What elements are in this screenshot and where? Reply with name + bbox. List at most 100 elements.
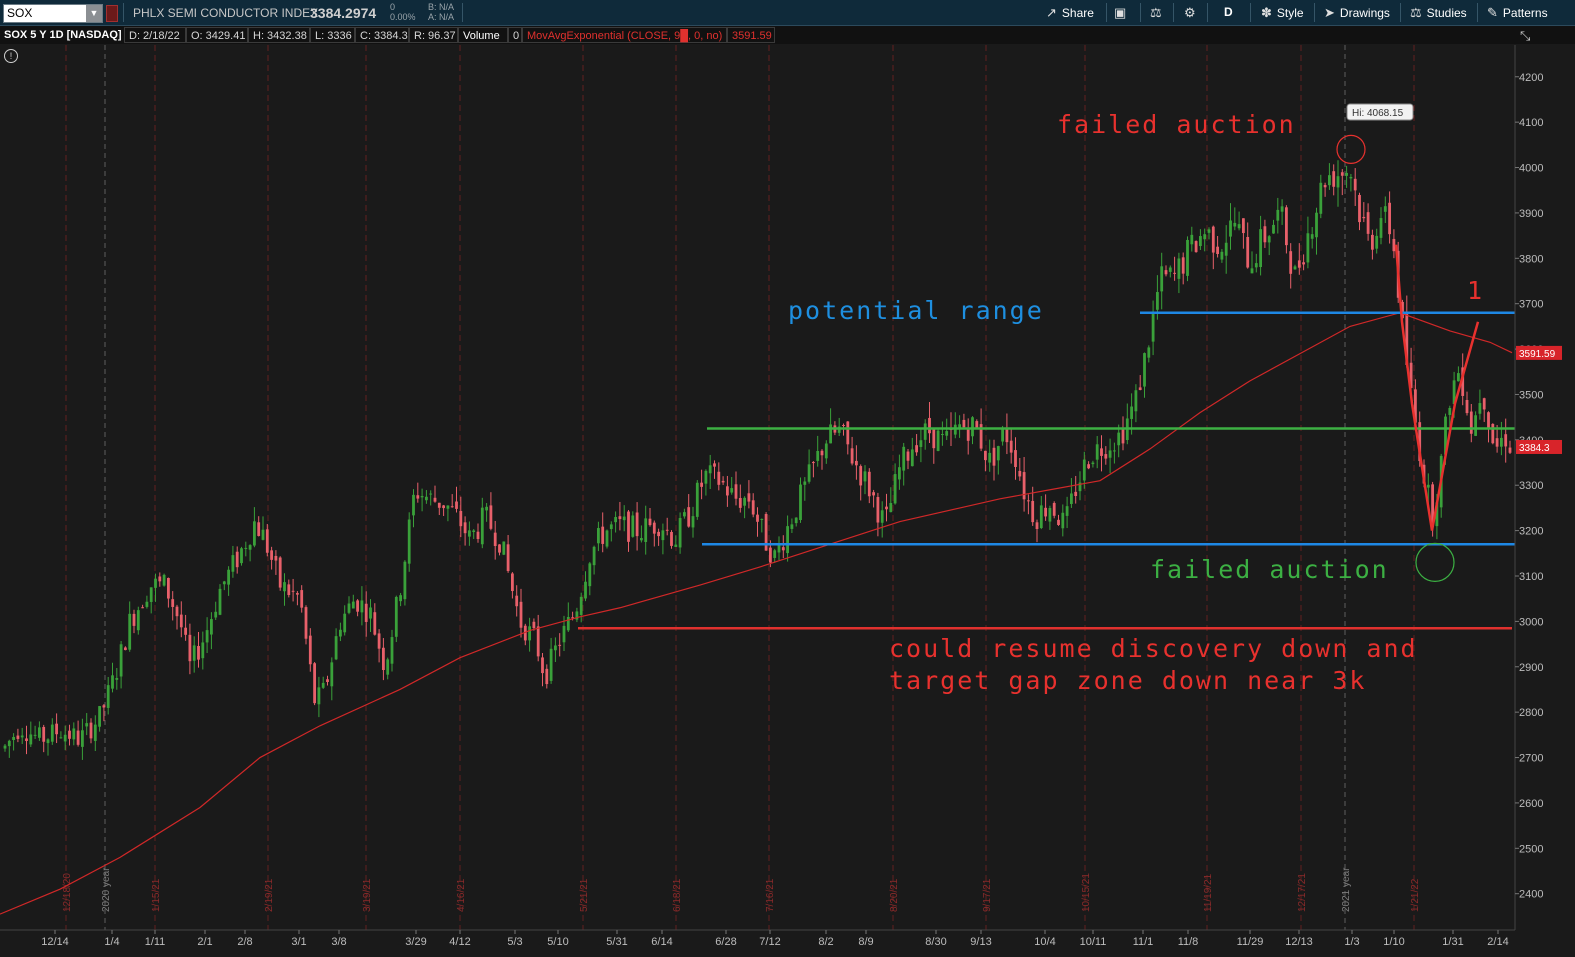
expand-icon[interactable]: ⤡ bbox=[1520, 28, 1530, 44]
candle-body bbox=[1082, 459, 1086, 481]
candle-body bbox=[885, 506, 888, 510]
period-marker-label: 4/16/21 bbox=[456, 878, 467, 912]
candle-body bbox=[670, 531, 673, 546]
candle-body bbox=[1095, 444, 1099, 460]
time-tick-label: 2/8 bbox=[237, 936, 252, 948]
candle-body bbox=[1263, 226, 1267, 243]
candle-body bbox=[253, 521, 256, 546]
time-tick-label: 11/8 bbox=[1178, 936, 1199, 948]
candle-body bbox=[661, 530, 665, 541]
candle-body bbox=[356, 600, 359, 612]
candle-body bbox=[876, 497, 880, 523]
candle-body bbox=[343, 613, 347, 633]
candle-body bbox=[244, 547, 248, 549]
candle-body bbox=[618, 516, 622, 520]
time-tick-label: 6/28 bbox=[715, 936, 736, 948]
candle-body bbox=[141, 607, 144, 609]
candle-body bbox=[975, 421, 979, 428]
candle-body bbox=[382, 647, 385, 671]
candle-body bbox=[373, 612, 377, 635]
time-tick-label: 1/31 bbox=[1442, 936, 1463, 948]
candle-body bbox=[910, 449, 914, 467]
candle-body bbox=[962, 419, 966, 428]
candle-body bbox=[132, 613, 136, 626]
candle-body bbox=[55, 723, 58, 735]
candle-body bbox=[313, 663, 316, 704]
candle-body bbox=[1134, 390, 1138, 412]
candle-body bbox=[1216, 246, 1219, 254]
candle-body bbox=[326, 679, 329, 683]
candle-body bbox=[1031, 500, 1035, 523]
candle-body bbox=[1173, 272, 1176, 274]
candle-body bbox=[820, 450, 824, 456]
candle-body bbox=[1302, 262, 1305, 265]
price-tick-label: 3000 bbox=[1519, 616, 1543, 628]
candle-body bbox=[1259, 229, 1262, 268]
candle-body bbox=[936, 430, 940, 451]
candle-body bbox=[1375, 235, 1379, 249]
price-tick-label: 3200 bbox=[1519, 526, 1543, 538]
candle-body bbox=[691, 516, 695, 528]
candle-body bbox=[265, 529, 269, 553]
candle-body bbox=[588, 563, 592, 587]
candle-body bbox=[29, 734, 33, 745]
candle-body bbox=[799, 484, 802, 521]
candle-body bbox=[1474, 415, 1477, 436]
candle-body bbox=[773, 550, 777, 558]
candle-body bbox=[695, 482, 699, 517]
candle-body bbox=[1388, 202, 1391, 235]
candle-body bbox=[283, 582, 286, 592]
candle-body bbox=[1272, 224, 1275, 234]
candle-body bbox=[433, 497, 437, 502]
candle-body bbox=[124, 647, 127, 651]
candle-body bbox=[1297, 260, 1301, 268]
candle-body bbox=[1061, 512, 1065, 529]
candle-body bbox=[59, 737, 63, 739]
candle-body bbox=[824, 443, 828, 459]
candle-body bbox=[1345, 172, 1348, 176]
price-tick-label: 2600 bbox=[1519, 798, 1543, 810]
candle-body bbox=[635, 512, 639, 537]
candle-body bbox=[102, 705, 106, 708]
candle-body bbox=[721, 480, 725, 483]
candle-body bbox=[872, 492, 875, 496]
time-tick-label: 3/1 bbox=[291, 936, 306, 948]
candle-body bbox=[1469, 411, 1473, 434]
candle-body bbox=[1211, 226, 1215, 253]
time-tick-label: 12/13 bbox=[1285, 936, 1313, 948]
candle-body bbox=[308, 635, 312, 665]
candle-body bbox=[1457, 373, 1460, 382]
candle-body bbox=[248, 545, 252, 550]
candle-body bbox=[777, 544, 781, 553]
candle-body bbox=[1160, 266, 1164, 292]
price-chart[interactable]: 12/18/20 2020 year 1/15/21 2/19/21 3/19/21 4/… bbox=[0, 0, 1575, 957]
failed-auction-top-label: failed auction bbox=[1057, 110, 1296, 139]
price-tick-label: 3800 bbox=[1519, 253, 1543, 265]
candle-body bbox=[1276, 209, 1280, 221]
candle-body bbox=[429, 493, 433, 495]
candle-body bbox=[3, 745, 7, 749]
candle-body bbox=[1315, 212, 1318, 238]
candle-body bbox=[291, 590, 295, 592]
time-tick-label: 7/12 bbox=[759, 936, 780, 948]
candle-body bbox=[1332, 171, 1336, 187]
candle-body bbox=[287, 584, 291, 596]
candle-body bbox=[1366, 212, 1370, 234]
candle-body bbox=[1151, 311, 1155, 342]
candle-body bbox=[162, 574, 166, 586]
time-tick-label: 3/8 bbox=[331, 936, 346, 948]
candle-body bbox=[222, 581, 226, 585]
candle-body bbox=[261, 529, 265, 540]
price-tick-label: 4000 bbox=[1519, 163, 1543, 175]
candle-body bbox=[115, 678, 119, 680]
candle-body bbox=[412, 494, 415, 516]
plot-area bbox=[0, 45, 1515, 930]
candle-body bbox=[1014, 450, 1017, 467]
candle-body bbox=[579, 596, 583, 615]
discovery-note-line2: target gap zone down near 3k bbox=[889, 666, 1367, 695]
candle-body bbox=[803, 481, 807, 485]
info-icon[interactable]: ! bbox=[4, 49, 18, 63]
candle-body bbox=[640, 538, 643, 541]
candle-body bbox=[984, 450, 987, 461]
candle-body bbox=[201, 642, 205, 659]
